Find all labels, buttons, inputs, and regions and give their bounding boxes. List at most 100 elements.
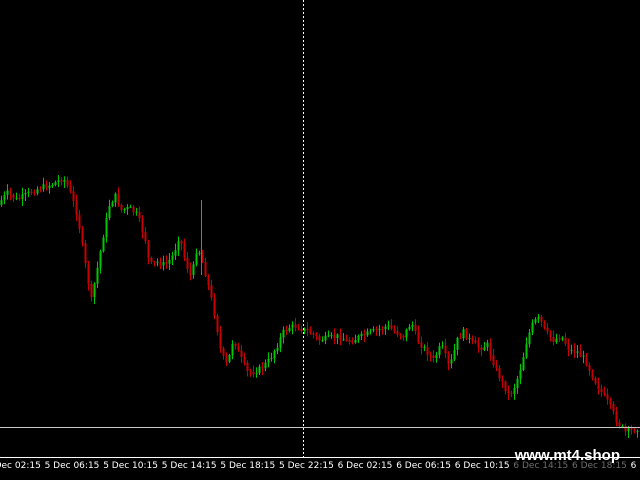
candle-body — [30, 191, 33, 194]
candle-body — [489, 342, 492, 356]
candle-body — [534, 319, 537, 323]
time-axis-label: 5 Dec 14:15 — [161, 461, 217, 471]
candle-body — [531, 322, 534, 333]
candle-body — [168, 259, 171, 264]
candle-body — [255, 373, 258, 375]
candle-body — [618, 422, 621, 427]
candle-body — [492, 355, 495, 366]
candle-body — [6, 190, 9, 196]
candle-body — [498, 368, 501, 379]
candle-body — [477, 342, 480, 348]
candle-body — [522, 357, 525, 370]
candle-body — [282, 329, 285, 338]
candle-body — [408, 326, 411, 330]
candle-body — [105, 217, 108, 238]
candle-body — [267, 358, 270, 363]
time-axis-label: 5 Dec 10:15 — [103, 461, 158, 471]
candle-body — [456, 337, 459, 350]
candle-body — [228, 354, 231, 362]
candle-body — [501, 378, 504, 382]
candle-body — [405, 329, 408, 338]
candle-body — [294, 324, 297, 328]
candle-body — [195, 253, 198, 265]
candle-body — [480, 347, 483, 350]
candle-body — [585, 355, 588, 366]
candle-body — [462, 329, 465, 339]
candle-body — [51, 184, 54, 186]
time-axis-label: 6 Dec 10:15 — [454, 461, 510, 471]
candlestick-chart[interactable] — [0, 0, 640, 480]
candle-body — [9, 190, 12, 195]
candle-body — [384, 326, 387, 330]
candle-body — [423, 347, 426, 349]
candle-body — [438, 346, 441, 355]
candle-body — [417, 331, 420, 343]
candle-body — [120, 204, 123, 210]
candle-body — [555, 338, 558, 343]
candle-body — [102, 237, 105, 252]
candle-body — [78, 214, 81, 229]
candle-body — [630, 428, 633, 430]
candle-body — [93, 283, 96, 298]
candle-body — [372, 329, 375, 331]
candle-body — [594, 378, 597, 384]
time-axis-label: 6 Dec 02:15 — [337, 461, 393, 471]
candle-body — [339, 334, 342, 340]
candle-body — [426, 347, 429, 355]
candle-body — [126, 206, 129, 210]
candle-body — [624, 425, 627, 432]
candle-body — [321, 340, 324, 342]
candle-body — [162, 261, 165, 266]
candle-body — [432, 355, 435, 359]
time-axis-label: 6 Dec — [630, 461, 640, 471]
candle-body — [270, 357, 273, 359]
candle-body — [549, 331, 552, 338]
candle-body — [312, 333, 315, 335]
candle-body — [378, 328, 381, 330]
candle-body — [21, 194, 24, 200]
candle-body — [264, 362, 267, 369]
candle-body — [591, 370, 594, 379]
candle-body — [504, 381, 507, 392]
candle-body — [552, 337, 555, 343]
candle-body — [588, 365, 591, 371]
candle-body — [225, 355, 228, 362]
candle-body — [42, 184, 45, 190]
candle-body — [81, 228, 84, 244]
candle-body — [63, 179, 66, 182]
candle-body — [582, 355, 585, 357]
candle-body — [414, 324, 417, 332]
candle-body — [420, 342, 423, 348]
candle-body — [3, 195, 6, 201]
candle-body — [273, 351, 276, 358]
candle-body — [288, 327, 291, 331]
candle-body — [12, 194, 15, 199]
candle-body — [627, 428, 630, 432]
candle-body — [483, 347, 486, 350]
candle-body — [633, 429, 636, 432]
candle-body — [84, 243, 87, 264]
candle-body — [453, 349, 456, 360]
time-axis-label: 6 Dec 06:15 — [396, 461, 451, 471]
candle-body — [516, 378, 519, 389]
candle-body — [393, 328, 396, 332]
candle-body — [219, 332, 222, 349]
candle-body — [576, 351, 579, 353]
candle-body — [357, 336, 360, 340]
candle-body — [444, 345, 447, 354]
candle-body — [75, 201, 78, 215]
candle-body — [108, 205, 111, 218]
chart-window[interactable]: 5 Dec 02:155 Dec 06:155 Dec 10:155 Dec 1… — [0, 0, 640, 480]
candle-body — [210, 285, 213, 298]
candle-body — [537, 316, 540, 320]
candle-body — [519, 369, 522, 379]
candle-body — [369, 330, 372, 332]
candle-body — [324, 335, 327, 341]
candle-body — [363, 333, 366, 336]
candle-body — [306, 328, 309, 331]
time-axis-label: 5 Dec 06:15 — [44, 461, 100, 471]
time-axis-label: 5 Dec 02:15 — [0, 461, 41, 471]
candle-body — [72, 191, 75, 202]
candle-body — [612, 404, 615, 412]
candle-body — [606, 394, 609, 400]
